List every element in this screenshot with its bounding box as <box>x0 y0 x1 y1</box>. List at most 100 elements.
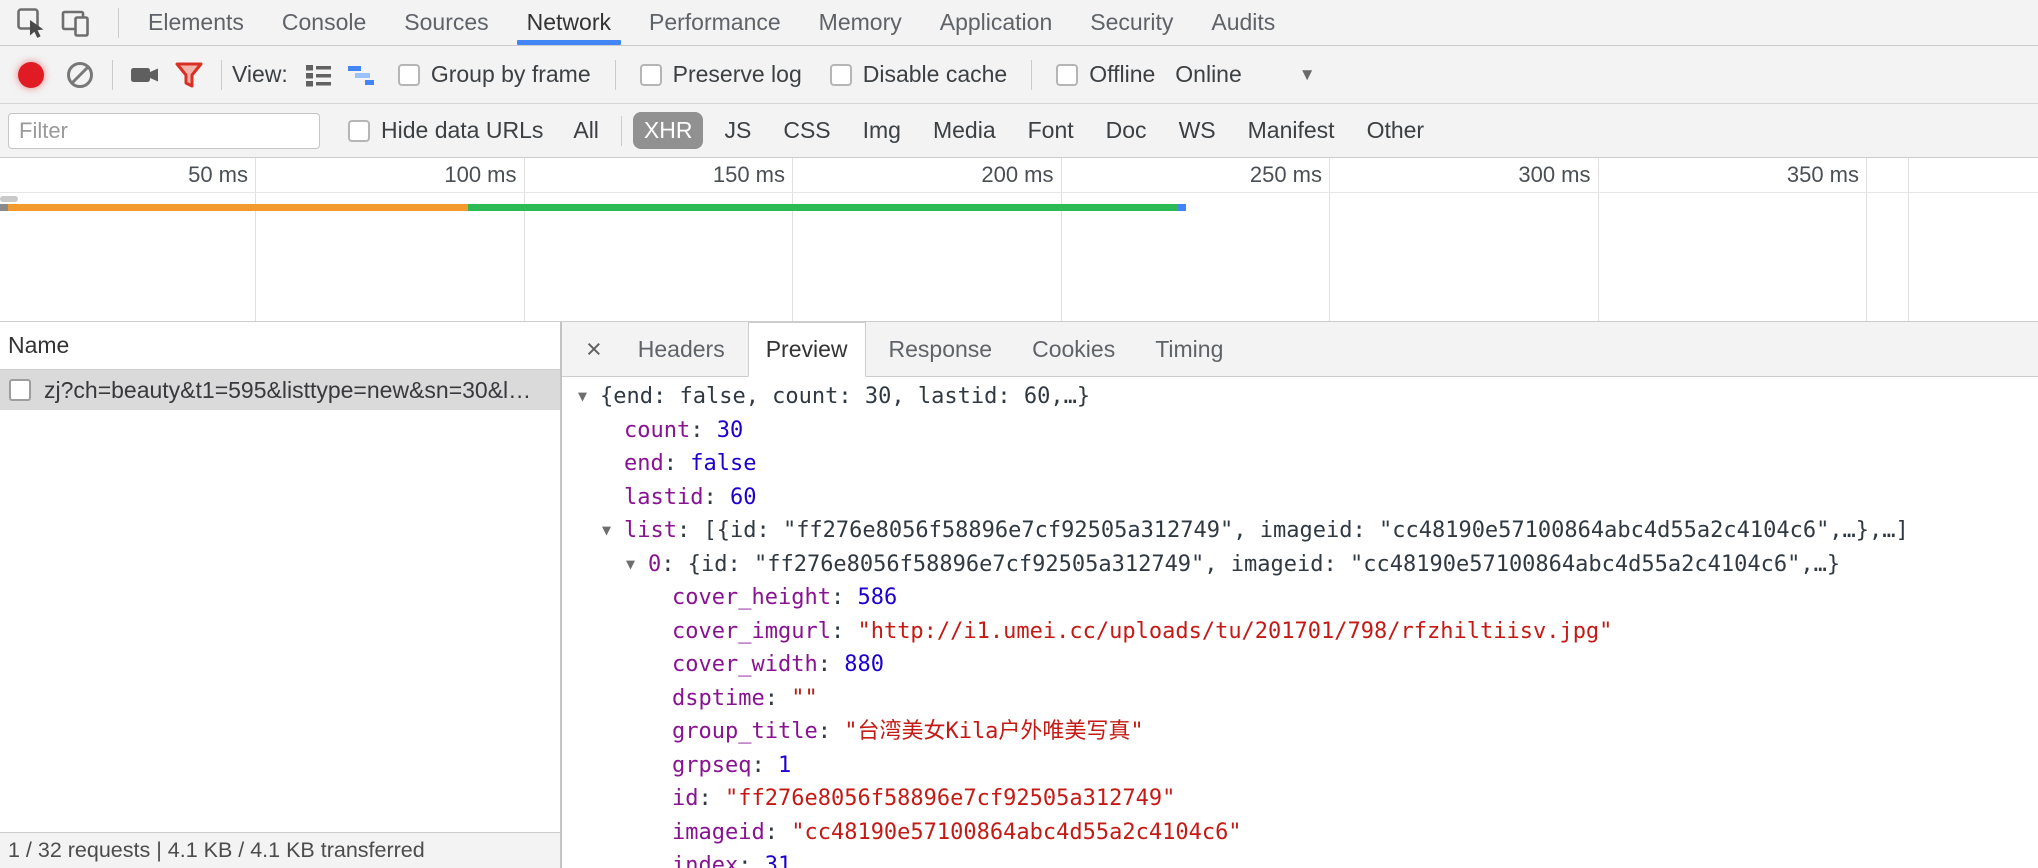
detail-tab-response[interactable]: Response <box>872 322 1010 376</box>
preserve-log-checkbox[interactable]: Preserve log <box>640 61 802 88</box>
offline-checkbox[interactable]: Offline <box>1056 61 1155 88</box>
json-key: group_title <box>672 719 818 744</box>
checkbox-box[interactable] <box>1056 64 1078 86</box>
tree-row[interactable]: ▼group_title: "台湾美女Kila户外唯美写真" <box>562 715 2038 749</box>
checkbox-box[interactable] <box>398 64 420 86</box>
detail-tab-cookies[interactable]: Cookies <box>1015 322 1132 376</box>
tree-row[interactable]: ▼0: {id: "ff276e8056f58896e7cf92505a3127… <box>562 548 2038 582</box>
json-key: list <box>624 518 677 543</box>
record-button[interactable] <box>18 62 44 88</box>
view-waterfall-button[interactable] <box>340 55 384 95</box>
network-overview[interactable]: 50 ms100 ms150 ms200 ms250 ms300 ms350 m… <box>0 158 2038 322</box>
tree-row[interactable]: ▼cover_width: 880 <box>562 648 2038 682</box>
tab-memory[interactable]: Memory <box>806 0 915 45</box>
request-row[interactable]: zj?ch=beauty&t1=595&listtype=new&sn=30&l… <box>0 370 560 410</box>
json-text: : <box>765 686 792 711</box>
filter-type-xhr[interactable]: XHR <box>633 112 704 149</box>
tree-row[interactable]: ▼index: 31 <box>562 849 2038 868</box>
json-number: 31 <box>765 853 792 868</box>
filter-type-media[interactable]: Media <box>922 112 1007 149</box>
filter-type-font[interactable]: Font <box>1017 112 1085 149</box>
filter-type-other[interactable]: Other <box>1356 112 1436 149</box>
camera-icon <box>127 60 163 90</box>
checkbox-box[interactable] <box>348 120 370 142</box>
device-toolbar-button[interactable] <box>54 3 98 43</box>
json-text: : {id: "ff276e8056f58896e7cf92505a312749… <box>661 552 1840 577</box>
filter-type-js[interactable]: JS <box>713 112 762 149</box>
json-string: "http://i1.umei.cc/uploads/tu/201701/798… <box>857 619 1612 644</box>
tab-performance[interactable]: Performance <box>636 0 794 45</box>
group-by-frame-checkbox[interactable]: Group by frame <box>398 61 591 88</box>
toolbar-separator <box>221 60 222 90</box>
disclosure-triangle-icon[interactable]: ▼ <box>626 548 648 581</box>
filter-type-css[interactable]: CSS <box>772 112 841 149</box>
checkbox-box[interactable] <box>640 64 662 86</box>
tab-network[interactable]: Network <box>514 0 624 45</box>
json-text: : <box>699 786 726 811</box>
detail-tab-headers[interactable]: Headers <box>621 322 742 376</box>
detail-tab-preview[interactable]: Preview <box>748 322 866 377</box>
tree-row[interactable]: ▼dsptime: "" <box>562 682 2038 716</box>
request-checkbox[interactable] <box>9 379 31 401</box>
tree-row[interactable]: ▼lastid: 60 <box>562 481 2038 515</box>
tab-sources[interactable]: Sources <box>391 0 501 45</box>
tab-console[interactable]: Console <box>269 0 379 45</box>
filter-toggle-button[interactable] <box>167 55 211 95</box>
detail-tab-timing[interactable]: Timing <box>1138 322 1240 376</box>
json-text: : <box>818 652 845 677</box>
tree-row[interactable]: ▼list: [{id: "ff276e8056f58896e7cf92505a… <box>562 514 2038 548</box>
json-key: index <box>672 853 738 868</box>
filter-type-manifest[interactable]: Manifest <box>1237 112 1346 149</box>
clear-button[interactable] <box>58 55 102 95</box>
tree-row[interactable]: ▼end: false <box>562 447 2038 481</box>
screenshot-capture-button[interactable] <box>123 55 167 95</box>
disable-cache-checkbox[interactable]: Disable cache <box>830 61 1007 88</box>
tree-row[interactable]: ▼count: 30 <box>562 414 2038 448</box>
inspect-cursor-icon <box>15 6 49 40</box>
hide-data-urls-label: Hide data URLs <box>381 117 543 144</box>
view-list-button[interactable] <box>296 55 340 95</box>
overview-tick-label: 350 ms <box>1787 158 1866 321</box>
request-details-pane: × HeadersPreviewResponseCookiesTiming ▼{… <box>562 322 2038 868</box>
device-toolbar-icon <box>59 6 93 40</box>
json-string: "" <box>791 686 818 711</box>
json-key: dsptime <box>672 686 765 711</box>
json-text: : <box>831 619 858 644</box>
requests-summary: 1 / 32 requests | 4.1 KB / 4.1 KB transf… <box>0 832 560 868</box>
json-key: imageid <box>672 820 765 845</box>
filter-type-separator <box>621 116 622 146</box>
tab-application[interactable]: Application <box>927 0 1066 45</box>
tree-row[interactable]: ▼cover_imgurl: "http://i1.umei.cc/upload… <box>562 615 2038 649</box>
tab-security[interactable]: Security <box>1077 0 1186 45</box>
tree-row[interactable]: ▼grpseq: 1 <box>562 749 2038 783</box>
tab-audits[interactable]: Audits <box>1198 0 1288 45</box>
network-split-view: Name zj?ch=beauty&t1=595&listtype=new&sn… <box>0 322 2038 868</box>
disclosure-triangle-icon[interactable]: ▼ <box>578 380 600 413</box>
filter-type-all[interactable]: All <box>562 112 610 149</box>
hide-data-urls-checkbox[interactable]: Hide data URLs <box>348 117 543 144</box>
filter-type-ws[interactable]: WS <box>1168 112 1227 149</box>
overview-tick-label: 50 ms <box>188 158 255 321</box>
close-details-button[interactable]: × <box>570 322 618 376</box>
overview-edge-line <box>1908 158 1909 321</box>
overview-tick: 300 ms <box>1330 158 1599 321</box>
tree-row[interactable]: ▼imageid: "cc48190e57100864abc4d55a2c410… <box>562 816 2038 850</box>
view-label: View: <box>232 61 288 88</box>
group-by-frame-label: Group by frame <box>431 61 591 88</box>
tree-row[interactable]: ▼id: "ff276e8056f58896e7cf92505a312749" <box>562 782 2038 816</box>
throttling-select[interactable]: Online ▼ <box>1175 61 1315 88</box>
filter-type-img[interactable]: Img <box>852 112 912 149</box>
tab-elements[interactable]: Elements <box>135 0 257 45</box>
disclosure-triangle-icon[interactable]: ▼ <box>602 514 624 547</box>
throttling-value: Online <box>1175 61 1241 88</box>
tree-row[interactable]: ▼cover_height: 586 <box>562 581 2038 615</box>
overview-tick: 350 ms <box>1599 158 1868 321</box>
tree-row[interactable]: ▼{end: false, count: 30, lastid: 60,…} <box>562 380 2038 414</box>
json-key: cover_imgurl <box>672 619 831 644</box>
inspect-element-button[interactable] <box>10 3 54 43</box>
checkbox-box[interactable] <box>830 64 852 86</box>
name-column-header[interactable]: Name <box>0 322 560 370</box>
filter-type-doc[interactable]: Doc <box>1095 112 1158 149</box>
overview-tick-baseline <box>0 192 2038 193</box>
filter-input[interactable] <box>8 113 320 149</box>
